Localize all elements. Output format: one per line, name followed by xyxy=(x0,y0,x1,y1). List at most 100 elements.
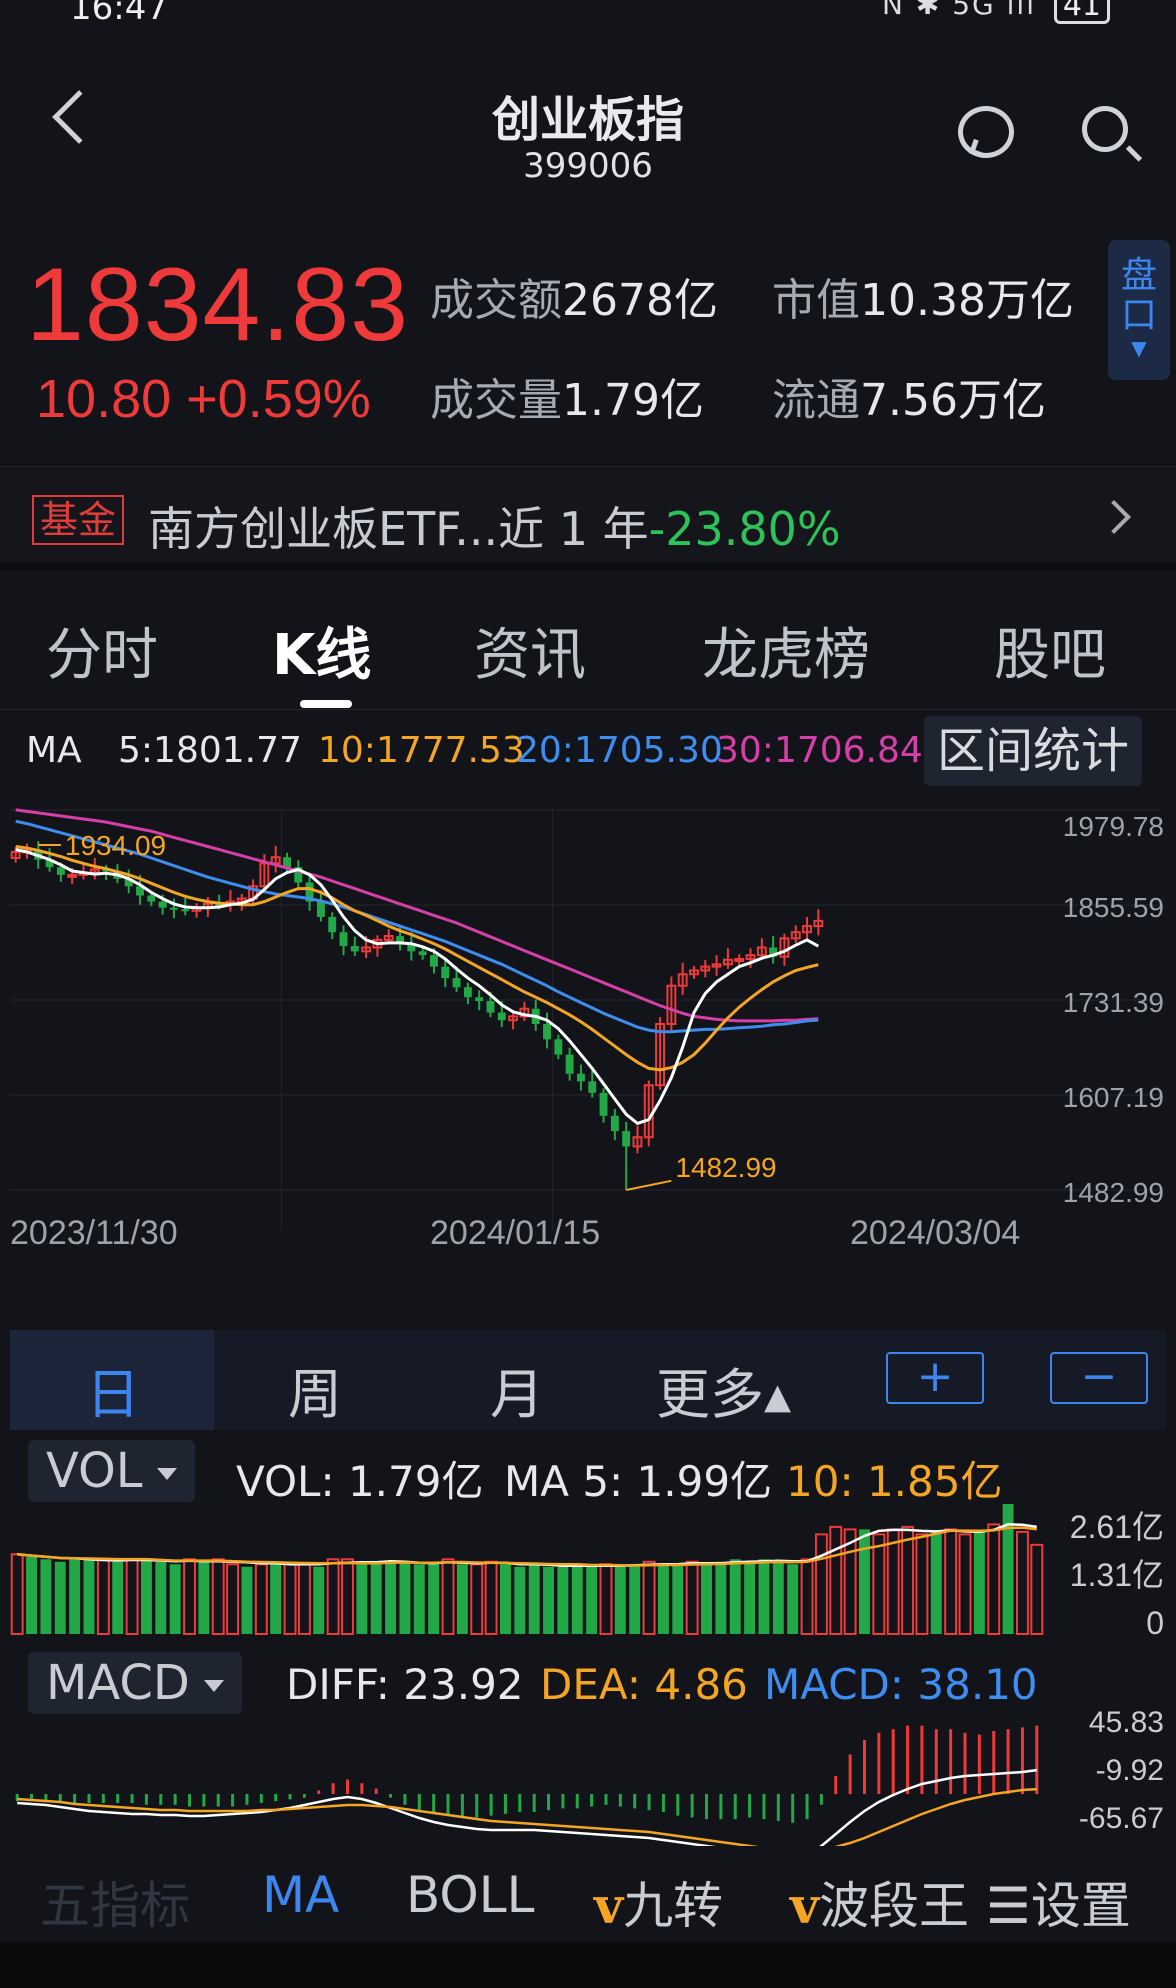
tab-underline xyxy=(300,700,352,708)
tab-timeshare[interactable]: 分时 xyxy=(46,610,158,691)
indicator-item-0[interactable]: 五指标 xyxy=(40,1866,190,1938)
battery-icon: 41 xyxy=(1053,0,1110,24)
tab-dragon-tiger[interactable]: 龙虎榜 xyxy=(702,610,870,691)
x-tick-label: 2024/01/15 xyxy=(430,1214,600,1252)
candle xyxy=(441,966,450,979)
ma30-value: 30:1706.84 xyxy=(716,730,923,771)
indicator-boll[interactable]: BOLL xyxy=(406,1866,535,1924)
tab-news[interactable]: 资讯 xyxy=(474,610,586,691)
volume-bar xyxy=(283,1563,297,1635)
volume-bar xyxy=(1030,1543,1044,1635)
candle xyxy=(430,955,438,967)
volume-bar xyxy=(528,1564,540,1634)
candle xyxy=(554,1039,563,1055)
volume-bar xyxy=(543,1566,554,1634)
search-icon[interactable] xyxy=(1082,106,1128,152)
volume-bar xyxy=(744,1561,756,1634)
status-bar: 16:47 N ✱ 5G ıll 41 xyxy=(0,0,1176,40)
volume-bar xyxy=(614,1566,626,1634)
pankou-button[interactable]: 盘口 ▼ xyxy=(1108,240,1170,380)
volume-bar xyxy=(226,1563,240,1635)
volume-bar xyxy=(859,1529,870,1634)
indicator-boduan[interactable]: v波段王 xyxy=(790,1866,969,1938)
v-badge-icon: v xyxy=(594,1876,624,1935)
zoom-out-button[interactable]: − xyxy=(1050,1352,1148,1404)
volume-bar xyxy=(685,1560,699,1635)
candle xyxy=(316,901,325,917)
period-bar: 日 周 月 更多▴ + − xyxy=(10,1330,1166,1430)
period-more[interactable]: 更多▴ xyxy=(656,1350,791,1429)
indicator-boduan-label: 波段王 xyxy=(819,1877,970,1935)
volume-bar xyxy=(470,1563,484,1635)
volume-bar xyxy=(599,1563,613,1635)
macd-value: MACD: 38.10 xyxy=(764,1660,1038,1709)
candle xyxy=(497,1012,506,1021)
period-month[interactable]: 月 xyxy=(490,1350,544,1429)
tab-bar: 分时 K线 资讯 龙虎榜 股吧 xyxy=(0,580,1176,710)
volume-bar xyxy=(183,1558,196,1636)
volume-bar xyxy=(155,1561,167,1634)
candle xyxy=(418,951,427,956)
volume-bar xyxy=(370,1564,382,1634)
zoom-in-button[interactable]: + xyxy=(886,1352,984,1404)
indicator-settings[interactable]: ☰设置 xyxy=(986,1866,1131,1938)
low-marker xyxy=(625,1179,672,1191)
y-tick-label: 1855.59 xyxy=(1063,892,1164,923)
volume-value: 1.79亿 xyxy=(562,375,704,426)
volume-bar xyxy=(800,1558,814,1636)
settings-label: 设置 xyxy=(1030,1877,1131,1935)
volume-bar xyxy=(586,1566,598,1634)
volume-bar xyxy=(772,1561,784,1634)
volume-bar xyxy=(313,1566,325,1634)
candle xyxy=(588,1081,597,1093)
volume-bar xyxy=(915,1533,929,1635)
volume-bar xyxy=(484,1560,498,1635)
volume-bar xyxy=(10,1553,24,1636)
volume-bar xyxy=(814,1533,828,1635)
market-cap-label: 市值 xyxy=(772,275,860,326)
candle xyxy=(486,1001,495,1013)
indicator-ma[interactable]: MA xyxy=(262,1866,339,1924)
turnover-stat: 成交额2678亿 xyxy=(430,264,718,328)
period-week[interactable]: 周 xyxy=(288,1350,342,1429)
tab-forum[interactable]: 股吧 xyxy=(994,610,1106,691)
volume-bar xyxy=(254,1563,268,1635)
y-tick-label: 1979.78 xyxy=(1063,811,1164,842)
volume-bar xyxy=(657,1564,669,1634)
macd-selector[interactable]: MACD xyxy=(28,1652,242,1714)
candle xyxy=(622,1131,631,1147)
x-tick-label: 2024/03/04 xyxy=(850,1214,1020,1252)
volume-bar xyxy=(872,1533,886,1635)
y-tick-label: 1482.99 xyxy=(1063,1177,1164,1208)
status-time: 16:47 xyxy=(70,0,168,28)
volume-bar xyxy=(958,1533,972,1635)
tab-kline[interactable]: K线 xyxy=(272,610,371,691)
market-cap-value: 10.38万亿 xyxy=(860,275,1074,326)
period-day[interactable]: 日 xyxy=(86,1350,140,1429)
macd-y-tick-label: -9.92 xyxy=(1096,1754,1164,1787)
range-stats-button[interactable]: 区间统计 xyxy=(924,716,1142,786)
current-price: 1834.83 xyxy=(26,247,409,363)
kline-chart[interactable]: 1979.78 1855.59 1731.39 1607.19 1482.99 1934.… xyxy=(0,790,1176,1330)
vol-selector-label: VOL xyxy=(46,1443,143,1499)
vol-selector[interactable]: VOL xyxy=(28,1440,195,1502)
candle xyxy=(147,895,156,902)
volume-bar xyxy=(886,1528,900,1635)
fund-name-row: 南方创业板ETF...近 1 年-23.80% xyxy=(148,493,841,559)
volume-bar xyxy=(1016,1530,1029,1635)
v-badge-icon: v xyxy=(790,1876,820,1935)
volume-bar xyxy=(571,1564,583,1634)
volume-bar xyxy=(441,1558,455,1636)
volume-bar xyxy=(385,1561,397,1634)
candle xyxy=(350,945,359,952)
chat-icon[interactable] xyxy=(958,106,1014,158)
y-tick-label: 1607.19 xyxy=(1063,1082,1164,1113)
volume-header: VOL VOL: 1.79亿 MA 5: 1.99亿 10: 1.85亿 xyxy=(0,1436,1176,1506)
fund-banner[interactable]: 基金 南方创业板ETF...近 1 年-23.80% xyxy=(0,466,1176,570)
indicator-jiuzhuan[interactable]: v九转 xyxy=(594,1866,723,1938)
volume-bar xyxy=(829,1525,843,1635)
volume-bar xyxy=(241,1566,253,1634)
indicator-jiuzhuan-label: 九转 xyxy=(623,1877,724,1935)
volume-chart: 2.61亿 1.31亿 0 xyxy=(10,1504,1164,1640)
ma10-value: 10:1777.53 xyxy=(318,730,525,771)
